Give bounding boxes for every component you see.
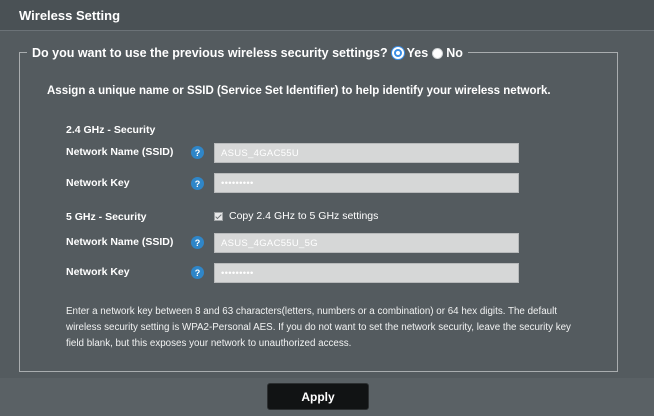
question-text: Do you want to use the previous wireless…: [32, 46, 388, 60]
band5-ssid-label: Network Name (SSID): [66, 236, 174, 248]
band5-ssid-input[interactable]: [214, 233, 519, 253]
copy-settings-checkbox[interactable]: [214, 211, 223, 221]
radio-no[interactable]: No: [432, 46, 463, 60]
band5-key-label: Network Key: [66, 266, 130, 278]
band24-ssid-help-icon[interactable]: ?: [191, 146, 204, 159]
band24-ssid-label: Network Name (SSID): [66, 146, 174, 158]
copy-settings-label: Copy 2.4 GHz to 5 GHz settings: [229, 210, 379, 222]
radio-yes[interactable]: Yes: [391, 46, 429, 60]
copy-settings-option[interactable]: Copy 2.4 GHz to 5 GHz settings: [214, 210, 378, 222]
band5-key-input[interactable]: [214, 263, 519, 283]
band24-key-input[interactable]: [214, 173, 519, 193]
apply-button[interactable]: Apply: [267, 383, 369, 410]
radio-yes-indicator[interactable]: [391, 47, 404, 59]
band24-ssid-input[interactable]: [214, 143, 519, 163]
intro-text: Assign a unique name or SSID (Service Se…: [47, 85, 551, 97]
previous-settings-question: Do you want to use the previous wireless…: [27, 44, 468, 62]
security-note: Enter a network key between 8 and 63 cha…: [66, 306, 571, 349]
radio-yes-label: Yes: [406, 46, 429, 60]
radio-no-label: No: [446, 46, 463, 60]
band5-section-title: 5 GHz - Security: [66, 211, 147, 223]
band24-key-label: Network Key: [66, 177, 130, 189]
band24-section-title: 2.4 GHz - Security: [66, 124, 156, 136]
page-title: Wireless Setting: [19, 8, 121, 23]
band5-key-help-icon[interactable]: ?: [191, 266, 204, 279]
band5-ssid-help-icon[interactable]: ?: [191, 236, 204, 249]
band24-key-help-icon[interactable]: ?: [191, 177, 204, 190]
radio-no-indicator[interactable]: [432, 47, 444, 59]
page-header: Wireless Setting: [0, 0, 654, 31]
